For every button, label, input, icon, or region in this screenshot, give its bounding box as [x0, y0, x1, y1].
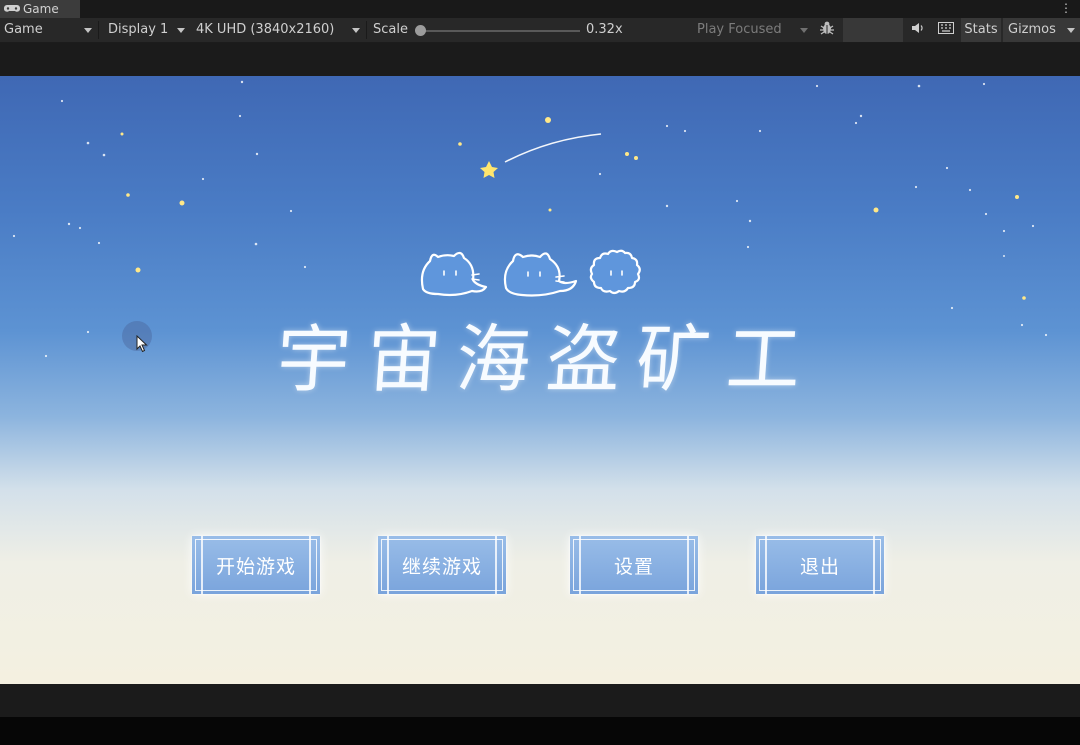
divider	[366, 21, 367, 39]
mouse-cursor-icon	[136, 335, 148, 353]
shortcuts-button[interactable]	[933, 18, 959, 42]
mascot-group	[420, 249, 641, 297]
title-char: 海	[453, 317, 536, 403]
title-char: 宇	[273, 317, 356, 403]
scale-slider-thumb[interactable]	[415, 25, 426, 36]
fluffy-blob-icon	[589, 249, 641, 295]
scale-value: 0.32x	[586, 22, 623, 37]
resolution-dropdown[interactable]: 4K UHD (3840x2160)	[190, 18, 365, 42]
settings-button[interactable]: 设置	[570, 536, 698, 594]
display-label: Display 1	[108, 22, 169, 37]
kebab-menu-icon[interactable]: ⋮	[1060, 1, 1072, 15]
gizmos-dropdown[interactable]: Gizmos	[1003, 18, 1080, 42]
divider	[98, 21, 99, 39]
game-title: 宇 宙 海 盗 矿 工	[274, 306, 806, 403]
chevron-down-icon	[352, 28, 360, 33]
chevron-down-icon	[800, 28, 808, 33]
title-char: 工	[723, 317, 806, 403]
scale-slider-track[interactable]	[420, 30, 580, 32]
display-dropdown[interactable]: Display 1	[100, 18, 188, 42]
gamepad-icon	[4, 4, 20, 14]
stats-button[interactable]: Stats	[961, 18, 1001, 42]
quit-button[interactable]: 退出	[756, 536, 884, 594]
settings-label: 设置	[613, 555, 654, 578]
game-tab-label: Game	[23, 2, 59, 16]
start-game-button[interactable]: 开始游戏	[192, 536, 320, 594]
start-game-label: 开始游戏	[215, 555, 296, 578]
scale-label: Scale	[373, 22, 408, 37]
chevron-down-icon	[1067, 28, 1075, 33]
gizmos-label: Gizmos	[1008, 22, 1056, 37]
editor-footer	[0, 717, 1080, 745]
letterbox-bottom	[0, 684, 1080, 717]
mute-audio-button[interactable]	[905, 18, 931, 42]
continue-game-button[interactable]: 继续游戏	[378, 536, 506, 594]
title-char: 盗	[543, 317, 626, 403]
view-mode-dropdown[interactable]: Game	[0, 18, 97, 42]
game-viewport[interactable]: 宇 宙 海 盗 矿 工 开始游戏 继续游戏 设置 退出	[0, 76, 1080, 684]
play-mode-label: Play Focused	[697, 22, 782, 37]
keyboard-icon	[938, 22, 954, 38]
title-char: 矿	[633, 317, 716, 403]
bug-icon	[819, 20, 835, 40]
game-tab[interactable]: Game	[0, 0, 80, 18]
view-mode-label: Game	[4, 22, 43, 37]
title-char: 宙	[363, 317, 446, 403]
play-mode-dropdown[interactable]: Play Focused	[690, 18, 810, 42]
quit-label: 退出	[799, 555, 840, 578]
speaker-icon	[911, 22, 925, 38]
resolution-label: 4K UHD (3840x2160)	[196, 22, 335, 37]
chevron-down-icon	[84, 28, 92, 33]
chevron-down-icon	[177, 28, 185, 33]
frame-debugger-button[interactable]	[812, 18, 842, 42]
editor-tab-bar: Game ⋮	[0, 0, 1080, 18]
empty-toolbar-slot	[843, 18, 903, 42]
shooting-star-icon	[480, 133, 602, 178]
game-view-toolbar: Game Display 1 4K UHD (3840x2160) Scale …	[0, 18, 1080, 43]
letterbox-top	[0, 43, 1080, 76]
continue-game-label: 继续游戏	[401, 555, 482, 578]
